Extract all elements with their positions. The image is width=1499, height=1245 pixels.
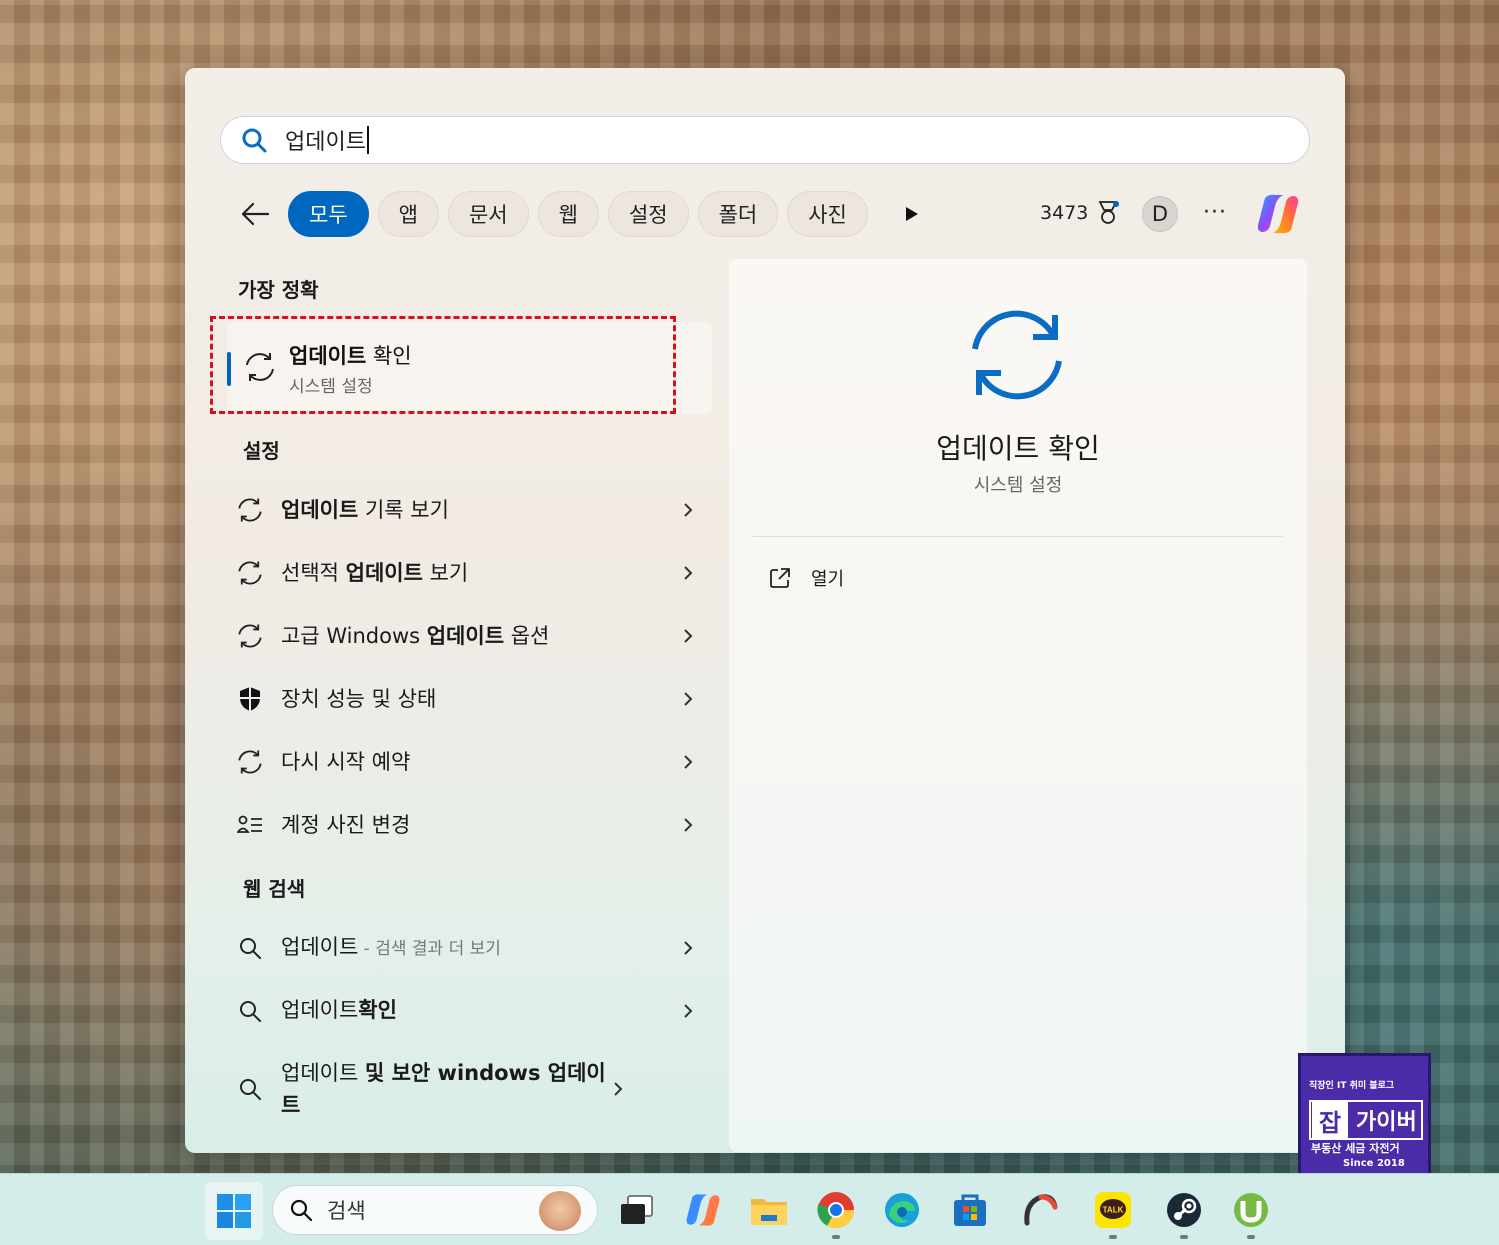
running-indicator — [1109, 1235, 1117, 1239]
tab-web[interactable]: 웹 — [537, 191, 599, 237]
web-result-item[interactable]: 업데이트 및 보안 windows 업데이트 — [235, 1058, 695, 1120]
app-icon[interactable] — [1018, 1188, 1062, 1232]
chevron-right-icon — [614, 1082, 623, 1096]
settings-result-item[interactable]: 선택적 업데이트 보기 — [235, 545, 695, 601]
copilot-icon[interactable] — [681, 1188, 725, 1232]
tab-apps[interactable]: 앱 — [377, 191, 439, 237]
result-label: 고급 Windows 업데이트 옵션 — [281, 624, 550, 648]
web-result-item[interactable]: 업데이트확인 — [235, 983, 695, 1039]
tab-all[interactable]: 모두 — [288, 191, 369, 237]
text-caret — [366, 126, 369, 154]
result-label: 선택적 업데이트 보기 — [281, 561, 469, 585]
account-avatar[interactable]: D — [1142, 196, 1178, 232]
search-icon — [235, 933, 265, 963]
search-icon — [235, 1074, 265, 1104]
settings-result-item[interactable]: 다시 시작 예약 — [235, 734, 695, 790]
divider — [753, 536, 1283, 537]
search-icon — [235, 996, 265, 1026]
more-filters-play-icon[interactable] — [905, 204, 925, 224]
steam-icon[interactable] — [1162, 1188, 1206, 1232]
kakaotalk-icon[interactable]: TALK — [1091, 1188, 1135, 1232]
chevron-right-icon — [684, 818, 693, 832]
chevron-right-icon — [684, 692, 693, 706]
settings-result-item[interactable]: 장치 성능 및 상태 — [235, 671, 695, 727]
detail-subtitle: 시스템 설정 — [973, 475, 1063, 496]
chevron-right-icon — [684, 566, 693, 580]
account-list-icon — [235, 810, 265, 840]
detail-pane: 업데이트 확인 시스템 설정 열기 — [729, 259, 1307, 1152]
tab-documents[interactable]: 문서 — [447, 191, 529, 237]
search-icon — [242, 128, 267, 153]
open-label: 열기 — [811, 569, 845, 590]
taskbar-search-placeholder: 검색 — [327, 1199, 366, 1223]
chevron-right-icon — [684, 941, 693, 955]
sync-icon — [972, 310, 1062, 400]
file-explorer-icon[interactable] — [747, 1188, 791, 1232]
search-input[interactable]: 업데이트 — [220, 116, 1310, 164]
copilot-icon[interactable] — [1255, 192, 1301, 236]
result-label: 장치 성능 및 상태 — [281, 687, 437, 711]
back-arrow-icon[interactable] — [235, 194, 275, 234]
more-options-icon[interactable]: ··· — [1203, 200, 1227, 225]
tab-photos[interactable]: 사진 — [787, 191, 868, 237]
best-match-heading: 가장 정확 — [238, 278, 319, 302]
chevron-right-icon — [684, 503, 693, 517]
search-query-text: 업데이트 — [285, 130, 366, 155]
settings-result-item[interactable]: 업데이트 기록 보기 — [235, 482, 695, 538]
result-label: 업데이트 - 검색 결과 더 보기 — [281, 935, 501, 959]
svg-text:TALK: TALK — [1103, 1206, 1124, 1215]
web-search-heading: 웹 검색 — [243, 877, 306, 901]
taskbar-search[interactable]: 검색 — [272, 1185, 598, 1235]
open-action[interactable]: 열기 — [769, 565, 844, 591]
chevron-right-icon — [684, 755, 693, 769]
rewards-medal-icon — [1098, 201, 1120, 224]
chrome-icon[interactable] — [814, 1188, 858, 1232]
filter-bar: 모두 앱 문서 웹 설정 폴더 사진 3473 D ··· — [235, 190, 1305, 238]
settings-heading: 설정 — [243, 439, 280, 463]
windows-logo-icon — [217, 1194, 251, 1228]
highlight-annotation-box — [210, 316, 676, 414]
edge-icon[interactable] — [880, 1188, 924, 1232]
running-indicator — [1180, 1235, 1188, 1239]
rewards-points-value: 3473 — [1040, 202, 1089, 224]
chevron-right-icon — [684, 629, 693, 643]
tab-settings[interactable]: 설정 — [607, 191, 689, 237]
result-label: 업데이트확인 — [281, 998, 397, 1022]
task-view-icon[interactable] — [614, 1188, 658, 1232]
result-label: 업데이트 및 보안 windows 업데이트 — [281, 1061, 606, 1117]
taskbar: 검색 TALK — [0, 1173, 1499, 1245]
detail-title: 업데이트 확인 — [936, 432, 1100, 465]
result-label: 다시 시작 예약 — [281, 750, 411, 774]
running-indicator — [1247, 1235, 1255, 1239]
settings-result-item[interactable]: 계정 사진 변경 — [235, 797, 695, 853]
search-highlight-avatar — [539, 1191, 581, 1231]
settings-result-item[interactable]: 고급 Windows 업데이트 옵션 — [235, 608, 695, 664]
web-result-item[interactable]: 업데이트 - 검색 결과 더 보기 — [235, 920, 695, 976]
chevron-right-icon — [684, 1004, 693, 1018]
search-icon — [290, 1199, 313, 1222]
tab-folders[interactable]: 폴더 — [697, 191, 779, 237]
utorrent-icon[interactable] — [1229, 1188, 1273, 1232]
rewards-points[interactable]: 3473 — [1040, 200, 1120, 226]
start-search-panel: 업데이트 모두 앱 문서 웹 설정 폴더 사진 3473 D ··· 가장 정확… — [185, 68, 1345, 1153]
result-label: 계정 사진 변경 — [281, 813, 411, 837]
start-button[interactable] — [205, 1182, 263, 1240]
open-external-icon — [770, 568, 790, 588]
sync-icon — [235, 495, 265, 525]
blog-watermark-logo: 직장인 IT 취미 블로그 잡 가이버 부동산 세금 자전거 Since 2018 — [1298, 1053, 1431, 1186]
sync-icon — [235, 747, 265, 777]
sync-icon — [235, 621, 265, 651]
shield-icon — [235, 684, 265, 714]
microsoft-store-icon[interactable] — [948, 1188, 992, 1232]
sync-icon — [235, 558, 265, 588]
result-label: 업데이트 기록 보기 — [281, 498, 449, 522]
running-indicator — [832, 1235, 840, 1239]
